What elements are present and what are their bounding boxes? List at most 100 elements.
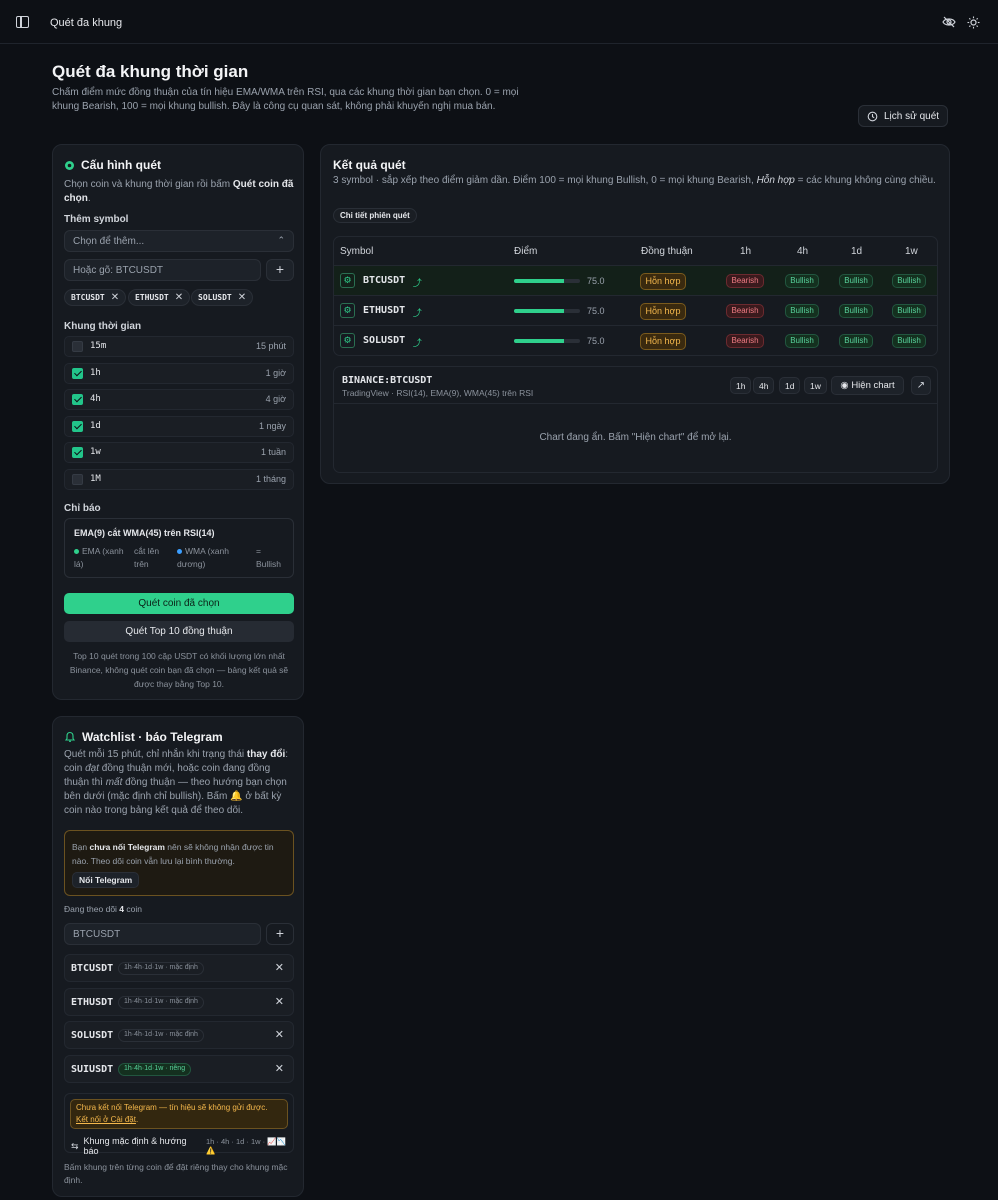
checkbox[interactable]: [72, 420, 83, 432]
col-consensus[interactable]: Đồng thuận: [641, 246, 693, 257]
timeframe-row-15m[interactable]: 15m 15 phút: [64, 336, 294, 357]
settings-link[interactable]: Kết nối ở Cài đặt: [76, 1115, 136, 1124]
result-row[interactable]: ⚙ ETHUSDT ⤴ 75.0 Hỗn hợp Bearish Bullish Bullis…: [334, 295, 937, 325]
chart-tf-button[interactable]: 4h: [753, 377, 775, 394]
telegram-warning: Bạn chưa nối Telegram nên sẽ không nhận …: [64, 830, 294, 896]
page-description: Chấm điểm mức đồng thuận của tín hiệu EM…: [52, 87, 519, 112]
connect-telegram-button[interactable]: Nối Telegram: [72, 872, 140, 888]
watchlist-item[interactable]: SOLUSDT 1h·4h·1d·1w · mặc định ✕: [64, 1021, 294, 1050]
sidebar-toggle-icon[interactable]: [16, 16, 29, 28]
watch-tf-tag[interactable]: 1h·4h·1d·1w · mặc định: [118, 962, 204, 975]
timeframe-code: 1M: [90, 474, 101, 484]
checkbox[interactable]: [72, 447, 83, 459]
consensus-badge: Hỗn hợp: [640, 303, 686, 320]
sparkle-icon[interactable]: ⤴: [413, 276, 422, 289]
chart-tf-button[interactable]: 1h: [730, 377, 752, 394]
sun-icon[interactable]: [967, 16, 980, 29]
add-watch-button[interactable]: +: [266, 923, 294, 945]
timeframe-name: 4 giờ: [265, 394, 286, 405]
watchlist-item[interactable]: SUIUSDT 1h·4h·1d·1w · riêng ✕: [64, 1054, 294, 1083]
consensus-badge: Hỗn hợp: [640, 333, 686, 350]
watch-tf-tag[interactable]: 1h·4h·1d·1w · mặc định: [118, 995, 204, 1009]
timeframe-row-1d[interactable]: 1d 1 ngày: [64, 415, 294, 437]
chart-meta: TradingView · RSI(14), EMA(9), WMA(45) t…: [342, 388, 534, 398]
consensus-badge: Hỗn hợp: [640, 273, 686, 290]
col-1w[interactable]: 1w: [905, 246, 918, 257]
chart-tf-button[interactable]: 1w: [804, 377, 827, 394]
scan-config-card: Cấu hình quét Chọn coin và khung thời gi…: [52, 144, 304, 700]
indicator-box: EMA(9) cắt WMA(45) trên RSI(14) EMA (xan…: [64, 518, 294, 578]
symbol-chip[interactable]: BTCUSDT ✕: [64, 289, 127, 306]
timeframe-code: 1w: [90, 447, 101, 458]
symbol-select[interactable]: Chọn để thêm... ⌃: [64, 230, 294, 252]
timeframe-row-1h[interactable]: 1h 1 giờ: [64, 362, 294, 384]
timeframe-name: 15 phút: [255, 341, 286, 351]
watchlist-item[interactable]: ETHUSDT 1h·4h·1d·1w · mặc định ✕: [64, 987, 294, 1016]
show-chart-button[interactable]: ◉ Hiện chart: [831, 376, 904, 395]
result-row[interactable]: ⚙ BTCUSDT ⤴ 75.0 Hỗn hợp Bearish Bullish Bullis…: [334, 265, 937, 295]
checkbox[interactable]: [72, 341, 83, 352]
col-1h[interactable]: 1h: [740, 246, 751, 257]
eye-off-icon[interactable]: [942, 16, 956, 28]
col-4h[interactable]: 4h: [797, 246, 808, 257]
remove-watch-icon[interactable]: ✕: [275, 961, 284, 974]
watchlist-title: Watchlist · báo Telegram: [82, 730, 223, 744]
remove-chip-icon[interactable]: ✕: [111, 292, 119, 303]
legend-ema: EMA (xanh lá): [74, 546, 124, 569]
symbol-input[interactable]: Hoặc gõ: BTCUSDT: [64, 259, 261, 281]
eye-icon: ◉: [840, 380, 849, 391]
scan-top10-button[interactable]: Quét Top 10 đồng thuận: [64, 621, 294, 642]
remove-watch-icon[interactable]: ✕: [275, 995, 284, 1008]
breadcrumb-title: Quét đa khung: [50, 17, 123, 29]
scan-selected-button[interactable]: Quét coin đã chọn: [64, 593, 294, 614]
score-value: 75.0: [587, 276, 605, 286]
score-bar: [514, 339, 580, 343]
divider: [334, 403, 937, 404]
scan-history-button[interactable]: Lịch sử quét: [858, 105, 948, 127]
checkbox[interactable]: [72, 367, 83, 379]
result-row[interactable]: ⚙ SOLUSDT ⤴ 75.0 Hỗn hợp Bearish Bullish Bullis…: [334, 325, 937, 355]
col-symbol[interactable]: Symbol: [340, 246, 373, 257]
watch-tf-tag[interactable]: 1h·4h·1d·1w · mặc định: [118, 1029, 204, 1043]
default-tf-row[interactable]: ⇆ Khung mặc định & hướng báo 1h · 4h · 1…: [71, 1136, 293, 1156]
signal-badge: Bullish: [892, 304, 926, 318]
watch-tf-tag[interactable]: 1h·4h·1d·1w · riêng: [118, 1062, 192, 1076]
checkbox[interactable]: [72, 474, 83, 485]
result-symbol: ETHUSDT: [363, 305, 406, 316]
timeframe-code: 4h: [90, 394, 101, 405]
col-score[interactable]: Điểm: [514, 246, 537, 257]
watchlist-header: Watchlist · báo Telegram: [64, 730, 223, 744]
timeframe-row-4h[interactable]: 4h 4 giờ: [64, 389, 294, 411]
legend-result: = Bullish: [256, 546, 282, 569]
watch-symbol: BTCUSDT: [71, 963, 114, 974]
legend-wma: WMA (xanh dương): [177, 546, 229, 569]
external-link-icon[interactable]: ↗: [911, 376, 931, 395]
signal-badge: Bullish: [839, 334, 873, 348]
timeframe-name: 1 tháng: [255, 474, 286, 484]
sparkle-icon[interactable]: ⤴: [413, 306, 422, 319]
signal-badge: Bearish: [726, 274, 764, 288]
remove-watch-icon[interactable]: ✕: [275, 1028, 284, 1041]
add-symbol-button[interactable]: +: [266, 259, 294, 281]
checkbox[interactable]: [72, 394, 83, 406]
session-details-button[interactable]: Chi tiết phiên quét: [333, 208, 417, 223]
watchlist-input[interactable]: BTCUSDT: [64, 923, 261, 945]
watchlist-item[interactable]: BTCUSDT 1h·4h·1d·1w · mặc định ✕: [64, 954, 294, 982]
symbol-chip[interactable]: SOLUSDT ✕: [191, 289, 254, 306]
col-1d[interactable]: 1d: [851, 246, 862, 257]
remove-chip-icon[interactable]: ✕: [238, 292, 246, 303]
timeframe-name: 1 giờ: [265, 367, 286, 378]
signal-badge: Bullish: [785, 274, 819, 288]
coin-icon: ⚙: [340, 303, 355, 318]
watch-symbol: SUIUSDT: [71, 1063, 114, 1075]
chart-tf-button[interactable]: 1d: [779, 377, 801, 394]
chart-symbol: BINANCE:BTCUSDT: [342, 375, 433, 386]
remove-chip-icon[interactable]: ✕: [175, 292, 183, 303]
symbol-chip[interactable]: ETHUSDT ✕: [128, 289, 191, 306]
timeframe-row-1w[interactable]: 1w 1 tuần: [64, 442, 294, 464]
sparkle-icon[interactable]: ⤴: [413, 336, 422, 349]
timeframe-row-1M[interactable]: 1M 1 tháng: [64, 469, 294, 490]
watch-symbol: ETHUSDT: [71, 996, 114, 1008]
signal-badge: Bullish: [785, 304, 819, 318]
remove-watch-icon[interactable]: ✕: [275, 1062, 284, 1075]
